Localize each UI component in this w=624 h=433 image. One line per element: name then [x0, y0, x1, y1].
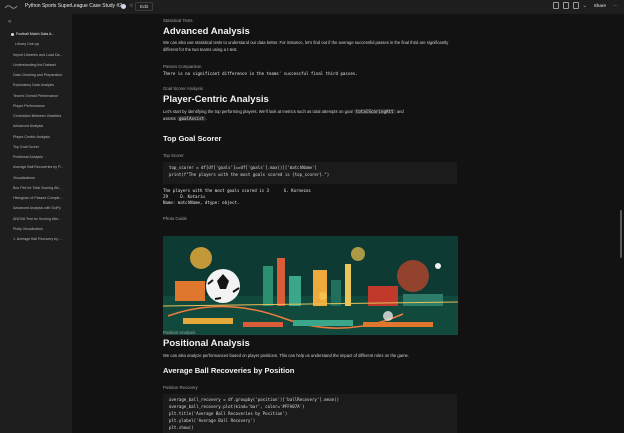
document-title[interactable]: Python Sports SuperLeague Case Study #2	[25, 3, 122, 9]
cell-label: Passes Comparison	[163, 64, 202, 69]
edit-pen-icon[interactable]	[572, 2, 579, 9]
top-bar: Python Sports SuperLeague Case Study #2 …	[0, 0, 624, 14]
paragraph-text: assists	[163, 116, 176, 122]
collapse-sidebar-icon[interactable]: «	[8, 19, 11, 25]
subsection-heading: Average Ball Recoveries by Position	[163, 366, 295, 375]
sidebar-item[interactable]: Data Cleaning and Preparation	[0, 70, 72, 80]
code-cell[interactable]: average_ball_recovery = df.groupby('posi…	[163, 394, 457, 433]
paragraph-text: .	[206, 116, 208, 122]
sidebar-item[interactable]: Library Line-up	[0, 39, 72, 49]
sidebar-item[interactable]: 1. Average Ball Recovery by ...	[0, 234, 72, 244]
edit-button[interactable]: Edit	[135, 2, 153, 11]
cell-label: Statistical Tests	[163, 18, 193, 23]
scrollbar-thumb[interactable]	[620, 210, 622, 258]
section-heading: Player-Centric Analysis	[163, 94, 269, 105]
cell-label: Position Recovery	[163, 385, 198, 390]
football-illustration-image	[163, 236, 458, 335]
sidebar-item[interactable]: Exploratory Data Analysis	[0, 80, 72, 90]
sidebar-item[interactable]: Visualizations	[0, 173, 72, 183]
comment-icon[interactable]	[552, 2, 559, 9]
code-line: top_scorer = df[df['goals']==df['goals']…	[169, 165, 317, 170]
title-status-icons: ☆	[121, 4, 133, 9]
sidebar-item[interactable]: Player-Centric Analysis	[0, 132, 72, 142]
code-line: print(f"The players with the most goals …	[169, 172, 330, 177]
paragraph: We can also use statistical tests to und…	[163, 40, 449, 53]
paragraph-text: and	[396, 109, 404, 114]
section-heading: Advanced Analysis	[163, 26, 250, 37]
cell-output: Name: matchName, dtype: object.	[163, 200, 240, 205]
notebook-main: Statistical Tests Advanced Analysis We c…	[72, 14, 624, 433]
sidebar-item[interactable]: Positional Analysis	[0, 152, 72, 162]
cell-label: Photo Guide	[163, 216, 187, 221]
cell-label: Position Analysis	[163, 330, 196, 335]
collaborator-icon	[121, 4, 126, 9]
section-heading: Positional Analysis	[163, 338, 250, 349]
chevron-down-icon[interactable]: ⌄	[583, 3, 587, 9]
star-icon[interactable]: ☆	[129, 4, 133, 9]
inline-code: goalAssist	[176, 116, 207, 122]
toolbar-right: ⌄ Share ⋯	[552, 2, 618, 9]
code-line: plt.show()	[169, 425, 194, 430]
sidebar-item[interactable]: Histogram of Passes Comple...	[0, 193, 72, 203]
sidebar: « Football Match Data A... Library Line-…	[0, 14, 72, 433]
sidebar-item[interactable]: Football Match Data A...	[0, 29, 72, 39]
cell-label: Goal Scorer Analysis	[163, 86, 203, 91]
illustration-art	[163, 236, 458, 335]
cell-output: There is no significant difference in th…	[163, 71, 358, 76]
code-line: plt.title('Average Ball Recoveries by Po…	[169, 411, 288, 416]
sidebar-item[interactable]: Plotly Visualization	[0, 224, 72, 234]
code-line: average_ball_recovery = df.groupby('posi…	[169, 397, 340, 402]
inline-code: totalScoringAtt	[353, 109, 396, 114]
sidebar-item[interactable]: ANOVA Test for Scoring Atte...	[0, 214, 72, 224]
sidebar-item[interactable]: Average Ball Recoveries by P...	[0, 162, 72, 172]
sidebar-item[interactable]: Player Performance	[0, 101, 72, 111]
sidebar-item[interactable]: Team's Overall Performance	[0, 91, 72, 101]
sidebar-item[interactable]: Box Plot for Total Scoring Att...	[0, 183, 72, 193]
more-icon[interactable]: ⋯	[613, 3, 618, 9]
cell-label: Top Scorer	[163, 153, 184, 158]
code-line: plt.ylabel('Average Ball Recovery')	[169, 418, 256, 423]
code-cell[interactable]: top_scorer = df[df['goals']==df['goals']…	[163, 162, 457, 184]
paragraph-text: Let's start by identifying the top perfo…	[163, 109, 353, 114]
sidebar-item[interactable]: Import Libraries and Load Da...	[0, 50, 72, 60]
history-icon[interactable]	[562, 2, 569, 9]
paragraph: We can also analyze performances based o…	[163, 353, 410, 358]
sidebar-item[interactable]: Understanding the Dataset	[0, 60, 72, 70]
sidebar-item[interactable]: Correlation Between Variables	[0, 111, 72, 121]
code-line: average_ball_recovery.plot(kind='bar', c…	[169, 404, 305, 409]
app-logo-icon[interactable]	[4, 3, 18, 11]
sidebar-item[interactable]: Top Goal Scorer	[0, 142, 72, 152]
paragraph: Let's start by identifying the top perfo…	[163, 108, 459, 123]
share-button[interactable]: Share	[591, 2, 609, 9]
table-of-contents: Football Match Data A... Library Line-up…	[0, 29, 72, 244]
sidebar-item[interactable]: Advanced Analysis	[0, 121, 72, 131]
subsection-heading: Top Goal Scorer	[163, 134, 222, 143]
sidebar-item[interactable]: Advanced Analysis with SciPy	[0, 203, 72, 213]
